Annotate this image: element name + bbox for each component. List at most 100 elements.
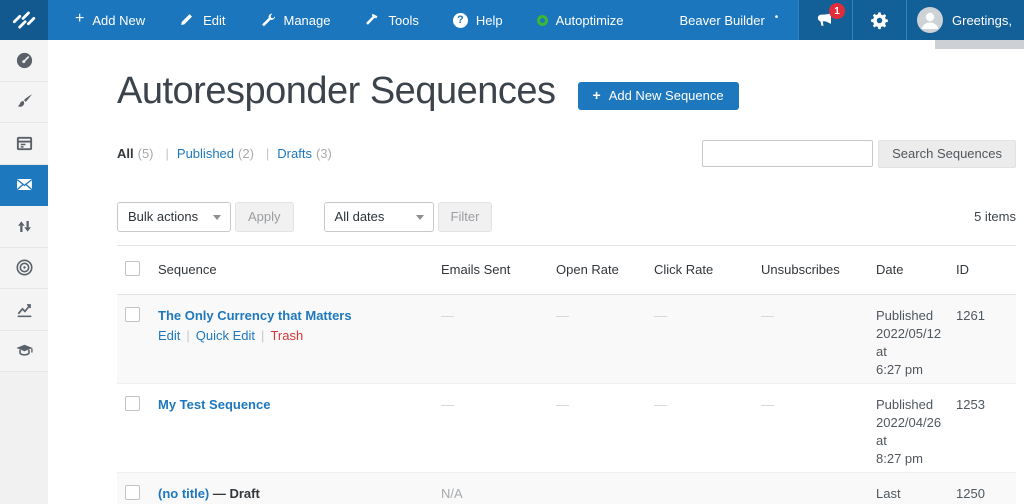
sequence-title-link[interactable]: (no title): [158, 486, 209, 501]
view-all[interactable]: All (5): [117, 146, 177, 161]
bulk-actions-select[interactable]: Bulk actions: [117, 202, 231, 232]
view-all-label: All: [117, 146, 134, 161]
form-icon: [15, 134, 34, 153]
admin-bar: + Add New Edit Manage Tools: [0, 0, 1024, 40]
sidebar-item-builder[interactable]: [0, 82, 48, 124]
admin-bar-add-new[interactable]: + Add New: [58, 0, 162, 40]
target-icon: [15, 258, 34, 277]
date-status: Published: [876, 307, 942, 325]
date-status: Last Modified: [876, 485, 942, 504]
column-date: Date: [870, 245, 950, 294]
sidebar-item-import-export[interactable]: [0, 206, 48, 248]
click-rate-value: [648, 472, 755, 504]
admin-bar-help[interactable]: ? Help: [436, 0, 520, 40]
views-row: All (5) Published (2) Drafts (3) Search …: [117, 140, 1016, 168]
sidebar-item-dashboard[interactable]: [0, 40, 48, 82]
sidebar-item-sequences[interactable]: [0, 165, 48, 207]
sidebar-item-goals[interactable]: [0, 248, 48, 290]
gear-icon: [870, 11, 889, 30]
emails-sent-value: —: [435, 294, 550, 383]
table-header-row: Sequence Emails Sent Open Rate Click Rat…: [117, 245, 1016, 294]
filter-button[interactable]: Filter: [438, 202, 493, 232]
sidebar-item-forms[interactable]: [0, 123, 48, 165]
help-icon: ?: [453, 13, 468, 28]
user-menu-flyout: [935, 40, 1024, 49]
open-rate-value: [550, 472, 648, 504]
unsubscribes-value: —: [755, 294, 870, 383]
view-published-count: (2): [238, 146, 254, 161]
column-sequence: Sequence: [152, 245, 435, 294]
admin-bar-manage-label: Manage: [284, 13, 331, 28]
admin-bar-manage[interactable]: Manage: [243, 0, 348, 40]
column-emails-sent: Emails Sent: [435, 245, 550, 294]
column-id: ID: [950, 245, 1016, 294]
select-all-checkbox[interactable]: [125, 261, 140, 276]
screen: + Add New Edit Manage Tools: [0, 0, 1024, 504]
account-menu[interactable]: Greetings,: [906, 0, 1024, 40]
search-input[interactable]: [702, 140, 873, 167]
date-cell: Published 2022/04/26 at 8:27 pm: [870, 383, 950, 472]
admin-bar-right: 1 Greetings,: [798, 0, 1024, 40]
brush-icon: [15, 92, 34, 111]
title-row: Autoresponder Sequences + Add New Sequen…: [117, 70, 1016, 114]
admin-bar-menu: + Add New Edit Manage Tools: [48, 0, 795, 40]
sidebar-item-learning[interactable]: [0, 331, 48, 373]
admin-bar-tools[interactable]: Tools: [347, 0, 435, 40]
admin-bar-help-label: Help: [476, 13, 503, 28]
admin-bar-add-new-label: Add New: [92, 13, 145, 28]
sequence-title-link[interactable]: My Test Sequence: [158, 397, 270, 412]
plus-icon: +: [593, 88, 601, 102]
date-cell: Last Modified 2022/04/25 at 9:36 pm: [870, 472, 950, 504]
row-checkbox[interactable]: [125, 485, 140, 500]
quick-edit-link[interactable]: Quick Edit: [196, 328, 271, 343]
beaver-builder-logo-icon[interactable]: [0, 0, 48, 40]
click-rate-value: —: [648, 294, 755, 383]
column-click-rate: Click Rate: [648, 245, 755, 294]
pencil-icon: [179, 12, 195, 28]
sequences-table: Sequence Emails Sent Open Rate Click Rat…: [117, 245, 1016, 504]
admin-bar-autoptimize[interactable]: Autoptimize: [520, 0, 641, 40]
unsaved-dot-icon: •: [775, 12, 779, 23]
add-new-sequence-button[interactable]: + Add New Sequence: [578, 82, 739, 110]
sequence-title-suffix: — Draft: [209, 486, 260, 501]
admin-bar-tools-label: Tools: [388, 13, 418, 28]
date-value: 2022/04/26 at: [876, 414, 942, 450]
view-drafts[interactable]: Drafts (3): [277, 146, 332, 161]
admin-bar-edit[interactable]: Edit: [162, 0, 242, 40]
hammer-icon: [364, 12, 380, 28]
search-sequences-button[interactable]: Search Sequences: [878, 140, 1016, 168]
emails-sent-value: N/A: [435, 472, 550, 504]
edit-link[interactable]: Edit: [158, 328, 196, 343]
row-checkbox[interactable]: [125, 396, 140, 411]
id-value: 1253: [950, 383, 1016, 472]
page-title: Autoresponder Sequences: [117, 70, 556, 114]
dates-filter-select[interactable]: All dates: [324, 202, 434, 232]
date-cell: Published 2022/05/12 at 6:27 pm: [870, 294, 950, 383]
sort-arrows-icon: [15, 217, 34, 236]
settings-button[interactable]: [852, 0, 906, 40]
dates-filter-value: All dates: [335, 209, 385, 224]
column-open-rate: Open Rate: [550, 245, 648, 294]
sidebar-item-analytics[interactable]: [0, 289, 48, 331]
admin-bar-beaver-builder-label: Beaver Builder: [680, 13, 765, 28]
notifications-button[interactable]: 1: [798, 0, 852, 40]
apply-button[interactable]: Apply: [235, 202, 294, 232]
chevron-down-icon: [416, 215, 424, 220]
admin-bar-beaver-builder[interactable]: Beaver Builder •: [663, 0, 796, 40]
id-value: 1250: [950, 472, 1016, 504]
sidebar: [0, 40, 48, 504]
click-rate-value: —: [648, 383, 755, 472]
column-unsubscribes: Unsubscribes: [755, 245, 870, 294]
items-count: 5 items: [974, 209, 1016, 224]
sequence-title-link[interactable]: The Only Currency that Matters: [158, 308, 352, 323]
notification-badge: 1: [829, 3, 845, 19]
line-chart-icon: [15, 300, 34, 319]
graduation-cap-icon: [15, 341, 34, 360]
table-row: The Only Currency that Matters EditQuick…: [117, 294, 1016, 383]
row-checkbox[interactable]: [125, 307, 140, 322]
view-published[interactable]: Published (2): [177, 146, 277, 161]
trash-link[interactable]: Trash: [270, 328, 303, 343]
view-filters: All (5) Published (2) Drafts (3): [117, 146, 332, 161]
date-value: 2022/05/12 at: [876, 325, 942, 361]
view-drafts-label: Drafts: [277, 146, 312, 161]
